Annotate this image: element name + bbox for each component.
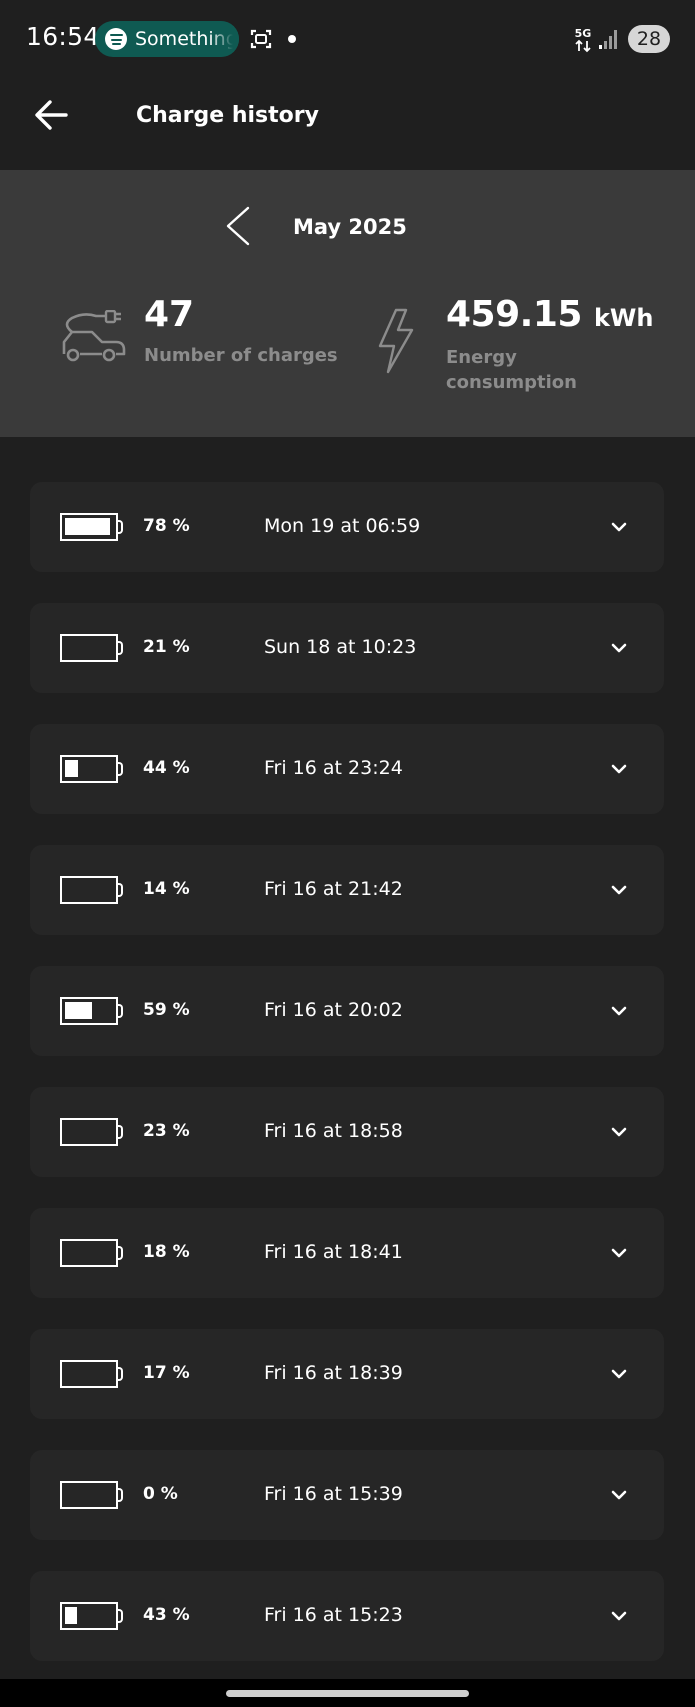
charge-list-item[interactable]: 23 % Fri 16 at 18:58	[30, 1087, 664, 1177]
month-label: May 2025	[293, 215, 407, 239]
battery-tip	[118, 1367, 123, 1381]
battery-tip	[118, 1246, 123, 1260]
home-indicator[interactable]	[226, 1690, 469, 1697]
charge-percent: 44 %	[143, 758, 190, 778]
charge-date: Fri 16 at 18:39	[264, 1362, 403, 1384]
battery-fill	[65, 760, 78, 777]
chevron-down-icon[interactable]	[610, 518, 628, 536]
charge-list-item[interactable]: 18 % Fri 16 at 18:41	[30, 1208, 664, 1298]
battery-icon	[60, 513, 118, 541]
battery-tip	[118, 1609, 123, 1623]
back-button[interactable]	[30, 92, 76, 138]
charge-percent: 43 %	[143, 1605, 190, 1625]
charge-date: Mon 19 at 06:59	[264, 515, 421, 537]
charge-list-item[interactable]: 44 % Fri 16 at 23:24	[30, 724, 664, 814]
battery-tip	[118, 1125, 123, 1139]
signal-strength-icon	[599, 30, 617, 49]
battery-icon	[60, 997, 118, 1025]
charge-percent: 0 %	[143, 1484, 178, 1504]
battery-icon	[60, 1118, 118, 1146]
charge-date: Fri 16 at 18:58	[264, 1120, 403, 1142]
charge-date: Fri 16 at 15:23	[264, 1604, 403, 1626]
battery-fill	[65, 1607, 77, 1624]
charge-percent: 78 %	[143, 516, 190, 536]
charge-percent: 23 %	[143, 1121, 190, 1141]
chevron-down-icon[interactable]	[610, 881, 628, 899]
chevron-down-icon[interactable]	[610, 1002, 628, 1020]
charge-list-item[interactable]: 17 % Fri 16 at 18:39	[30, 1329, 664, 1419]
battery-fill	[65, 518, 110, 535]
charge-percent: 17 %	[143, 1363, 190, 1383]
charge-list-item[interactable]: 78 % Mon 19 at 06:59	[30, 482, 664, 572]
system-nav-bar	[0, 1679, 695, 1707]
arrow-left-icon	[35, 100, 68, 130]
battery-icon	[60, 755, 118, 783]
battery-icon	[60, 1602, 118, 1630]
charge-list-item[interactable]: 14 % Fri 16 at 21:42	[30, 845, 664, 935]
spotify-now-playing-chip[interactable]: Something	[95, 21, 239, 57]
energy-consumption-label: Energy consumption	[446, 347, 577, 393]
chevron-down-icon[interactable]	[610, 1123, 628, 1141]
charge-percent: 18 %	[143, 1242, 190, 1262]
charge-date: Fri 16 at 18:41	[264, 1241, 403, 1263]
screen-record-icon	[250, 29, 272, 49]
battery-tip	[118, 762, 123, 776]
energy-unit: kWh	[593, 304, 654, 332]
chevron-left-icon	[226, 206, 250, 246]
chevron-down-icon[interactable]	[610, 1607, 628, 1625]
chevron-down-icon[interactable]	[610, 1244, 628, 1262]
page-title: Charge history	[136, 103, 319, 128]
battery-tip	[118, 1004, 123, 1018]
battery-tip	[118, 883, 123, 897]
charges-count-label: Number of charges	[144, 345, 338, 366]
app-bar: Charge history	[0, 78, 695, 170]
monthly-summary: May 2025 47 Number of charges 459.15 kWh…	[0, 170, 695, 437]
chevron-down-icon[interactable]	[610, 760, 628, 778]
svg-text:5G: 5G	[575, 27, 592, 40]
status-bar: 16:54 Something 5G 28	[0, 0, 695, 78]
chevron-down-icon[interactable]	[610, 639, 628, 657]
network-5g-icon: 5G	[575, 27, 592, 53]
charge-date: Fri 16 at 23:24	[264, 757, 403, 779]
battery-tip	[118, 1488, 123, 1502]
status-time: 16:54	[26, 22, 100, 51]
battery-level-badge: 28	[628, 25, 670, 53]
charge-list-item[interactable]: 0 % Fri 16 at 15:39	[30, 1450, 664, 1540]
charges-count: 47	[144, 294, 195, 335]
previous-month-button[interactable]	[218, 204, 258, 248]
chevron-down-icon[interactable]	[610, 1486, 628, 1504]
charge-percent: 14 %	[143, 879, 190, 899]
charge-percent: 21 %	[143, 637, 190, 657]
charge-date: Sun 18 at 10:23	[264, 636, 417, 658]
notification-dot-icon	[288, 35, 296, 43]
charge-date: Fri 16 at 15:39	[264, 1483, 403, 1505]
chevron-down-icon[interactable]	[610, 1365, 628, 1383]
charge-list-item[interactable]: 59 % Fri 16 at 20:02	[30, 966, 664, 1056]
battery-icon	[60, 634, 118, 662]
battery-tip	[118, 641, 123, 655]
ev-car-plug-icon	[62, 310, 126, 362]
charge-percent: 59 %	[143, 1000, 190, 1020]
charge-list-item[interactable]: 21 % Sun 18 at 10:23	[30, 603, 664, 693]
energy-consumption-value: 459.15 kWh	[446, 294, 654, 335]
battery-icon	[60, 1481, 118, 1509]
spotify-icon	[105, 28, 127, 50]
battery-tip	[118, 520, 123, 534]
battery-icon	[60, 1239, 118, 1267]
battery-icon	[60, 1360, 118, 1388]
battery-icon	[60, 876, 118, 904]
charge-list-item[interactable]: 43 % Fri 16 at 15:23	[30, 1571, 664, 1661]
charge-date: Fri 16 at 21:42	[264, 878, 403, 900]
battery-fill	[65, 1002, 92, 1019]
lightning-bolt-icon	[378, 308, 414, 374]
charge-date: Fri 16 at 20:02	[264, 999, 403, 1021]
